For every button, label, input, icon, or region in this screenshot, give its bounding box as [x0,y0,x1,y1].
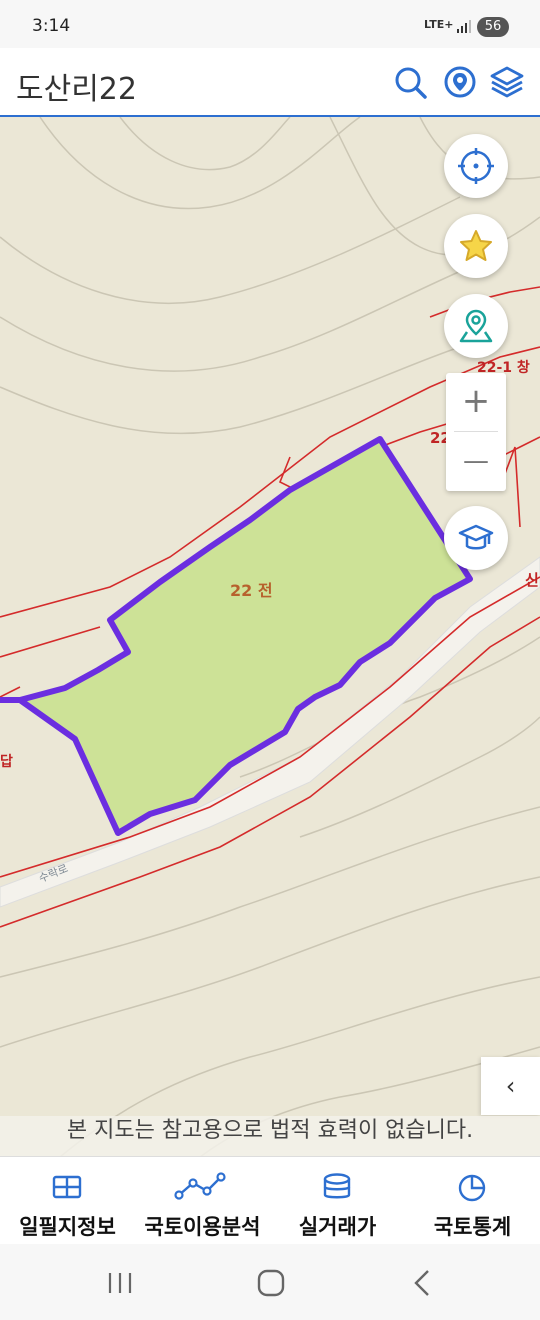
nav-real-transaction-price[interactable]: 실거래가 [270,1157,405,1245]
status-time: 3:14 [32,16,71,36]
star-icon [460,230,492,261]
grid-map-icon [52,1175,82,1199]
page-title: 도산리22 [16,72,137,107]
status-bar: 3:14 LTE+ 56 [0,0,540,48]
app-header: 도산리22 [0,48,540,117]
nav-parcel-info[interactable]: 일필지정보 [0,1157,135,1245]
nav-land-use-analysis[interactable]: 국토이용분석 [135,1157,270,1245]
location-target-icon [444,66,476,98]
zoom-divider [454,431,498,432]
zoom-control: + — [446,373,506,491]
network-indicator: LTE+ [424,18,454,31]
education-button[interactable] [444,506,508,570]
database-icon [323,1173,351,1199]
system-navigation-bar [0,1244,540,1320]
parcel-label-neighbor: 신 [525,571,539,589]
bottom-navigation: 일필지정보 국토이용분석 실거래가 국토통계 [0,1156,540,1245]
nav-label: 국토이용분석 [144,1215,261,1239]
expand-panel-button[interactable]: ‹ [481,1057,540,1115]
nav-label: 국토통계 [433,1215,512,1239]
my-location-button[interactable] [444,134,508,198]
map-pin-button[interactable] [444,294,508,358]
nav-label: 일필지정보 [19,1215,116,1239]
recent-apps-icon[interactable] [100,1266,140,1300]
layers-button[interactable] [489,64,525,100]
zoom-in-button[interactable]: + [446,373,506,431]
map-pin-icon [459,309,493,343]
favorite-button[interactable] [444,214,508,278]
nav-national-statistics[interactable]: 국토통계 [405,1157,540,1245]
search-button[interactable] [392,64,428,100]
back-icon[interactable] [402,1266,442,1300]
zoom-out-button[interactable]: — [446,433,506,491]
location-target-button[interactable] [442,64,478,100]
search-icon [395,67,427,99]
layers-icon [490,66,524,98]
battery-indicator: 56 [477,17,509,37]
parcel-label: 22 전 [230,581,273,600]
parcel-label-neighbor: 답 [0,754,13,770]
nav-label: 실거래가 [298,1215,377,1239]
pie-chart-icon [458,1174,486,1202]
home-icon[interactable] [251,1266,291,1300]
disclaimer-text: 본 지도는 참고용으로 법적 효력이 없습니다. [0,1116,540,1156]
crosshair-icon [458,148,494,184]
graduation-cap-icon [458,524,494,550]
signal-icon [457,20,471,33]
line-graph-icon [174,1172,226,1200]
